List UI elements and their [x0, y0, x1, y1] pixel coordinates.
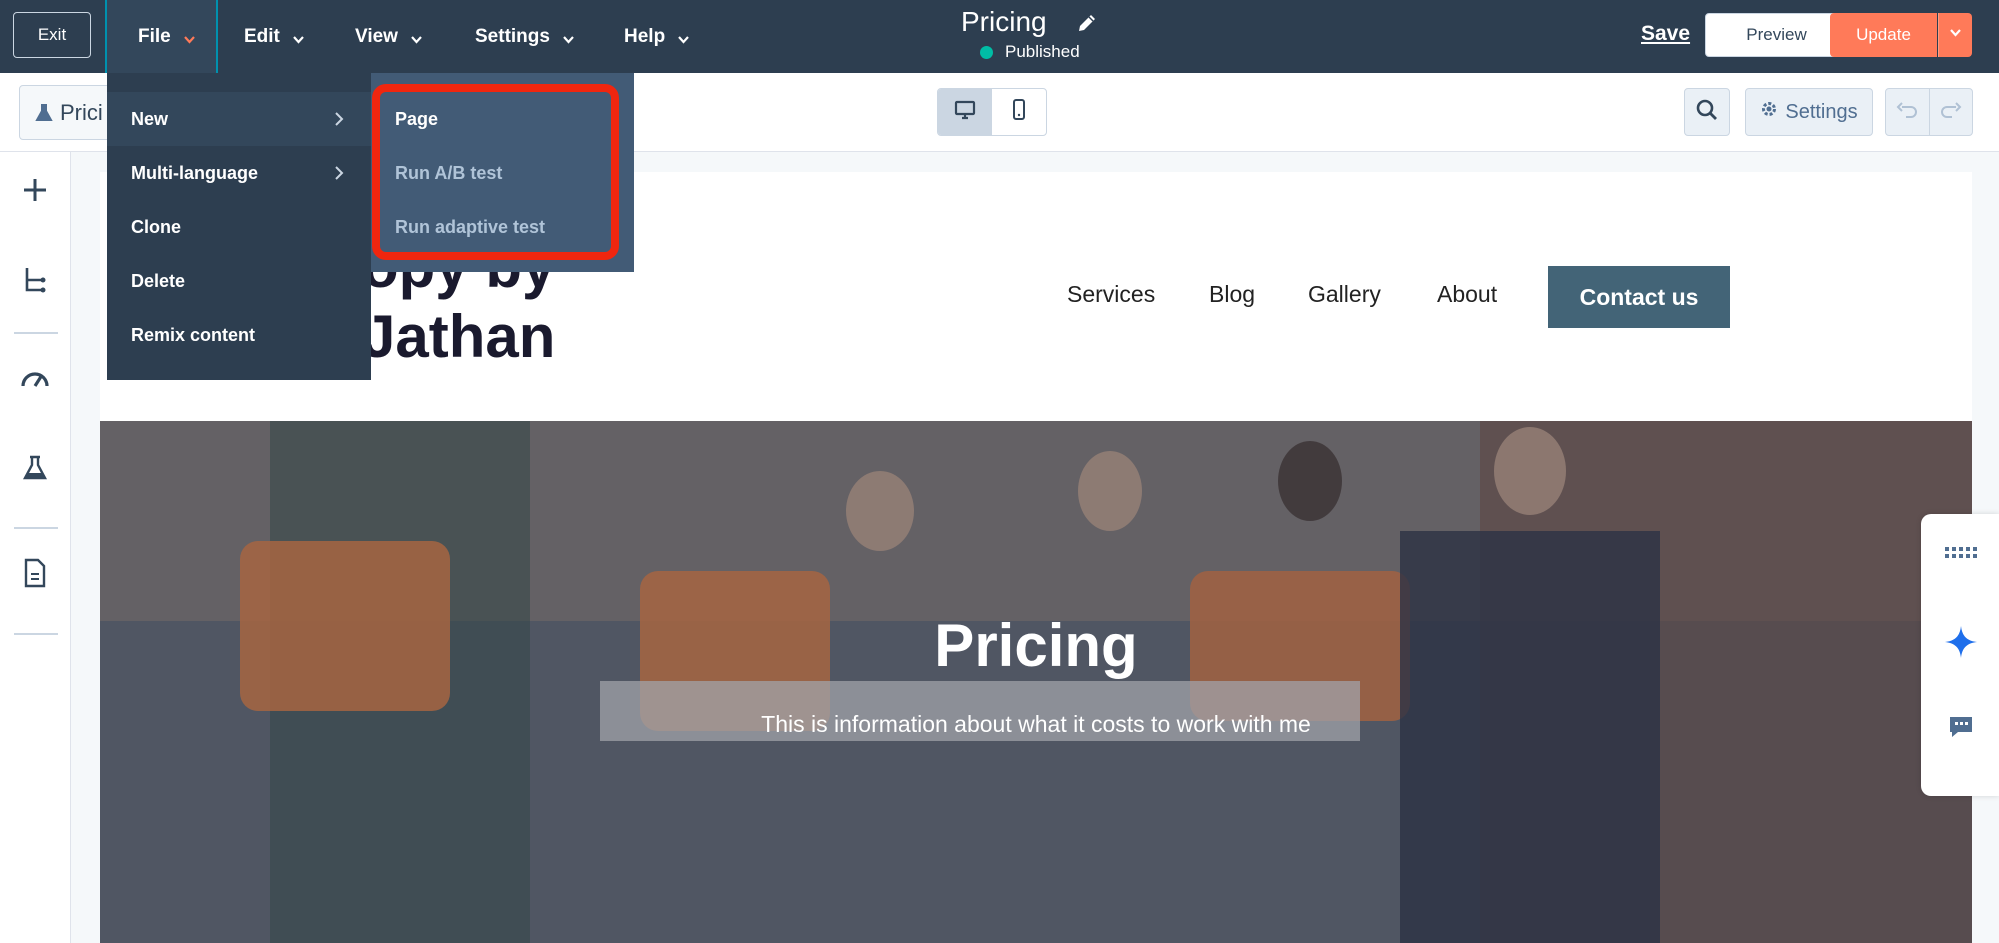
chevron-down-icon	[410, 30, 423, 44]
hero-banner[interactable]: Pricing This is information about what i…	[100, 421, 1972, 943]
menu-view[interactable]: View	[355, 0, 423, 73]
save-button[interactable]: Save	[1641, 22, 1690, 46]
file-menu-delete-label: Delete	[131, 270, 186, 291]
status-dot	[980, 45, 993, 59]
hero-subtitle: This is information about what it costs …	[761, 711, 1311, 737]
device-toggle	[937, 88, 1047, 136]
site-logo-line: Jathan	[362, 303, 556, 370]
undo-redo-group	[1885, 88, 1973, 136]
menu-edit[interactable]: Edit	[244, 0, 305, 73]
undo-icon	[1896, 101, 1918, 124]
file-menu-clone[interactable]: Clone	[107, 200, 371, 254]
file-dropdown-menu: New Multi-language Clone Delete Remix co…	[107, 73, 371, 380]
search-icon	[1695, 98, 1719, 127]
menu-settings-label: Settings	[475, 25, 550, 47]
undo-button[interactable]	[1886, 89, 1930, 135]
file-menu-remix-content[interactable]: Remix content	[107, 308, 371, 362]
publish-status: Published	[980, 42, 1080, 62]
mobile-view-button[interactable]	[992, 89, 1046, 135]
exit-button[interactable]: Exit	[13, 12, 91, 58]
editor-topbar: Exit File Edit View Settings Help Pricin…	[0, 0, 1999, 73]
nav-gallery[interactable]: Gallery	[1308, 281, 1381, 308]
search-button[interactable]	[1684, 88, 1730, 136]
page-canvas: opy by Jathan Services Blog Gallery Abou…	[100, 172, 1972, 943]
sidebar-divider	[14, 332, 58, 334]
menu-help-label: Help	[624, 25, 666, 47]
settings-button[interactable]: Settings	[1745, 88, 1873, 136]
test-chip-label: Prici	[60, 99, 103, 125]
floating-tools-panel	[1921, 514, 1999, 796]
file-menu-clone-label: Clone	[131, 216, 182, 237]
file-menu-multi-language-label: Multi-language	[131, 162, 258, 183]
nav-about[interactable]: About	[1437, 281, 1497, 308]
mobile-icon	[1012, 98, 1026, 126]
test-flask-icon[interactable]	[19, 452, 51, 484]
menu-edit-label: Edit	[244, 25, 280, 47]
hero-background-image	[100, 421, 1972, 943]
chevron-down-icon	[183, 30, 196, 44]
chevron-right-icon	[333, 110, 345, 128]
grid-dots-icon[interactable]	[1944, 536, 1978, 570]
left-sidebar	[0, 152, 71, 943]
redo-icon	[1940, 101, 1962, 124]
hero-title: Pricing	[934, 612, 1138, 679]
desktop-icon	[954, 100, 976, 125]
chevron-down-icon	[562, 30, 575, 44]
sidebar-divider	[14, 527, 58, 529]
file-menu-new[interactable]: New	[107, 92, 371, 146]
contact-button[interactable]: Contact us	[1548, 266, 1730, 328]
desktop-view-button[interactable]	[938, 89, 992, 135]
document-icon[interactable]	[19, 557, 51, 589]
file-menu-new-label: New	[131, 108, 169, 129]
gear-icon	[1760, 100, 1785, 124]
pencil-icon[interactable]	[1076, 12, 1098, 34]
ai-sparkle-icon[interactable]	[1944, 625, 1978, 659]
page-title: Pricing	[961, 6, 1047, 37]
add-icon[interactable]	[19, 174, 51, 206]
sidebar-divider	[14, 633, 58, 635]
nav-services[interactable]: Services	[1067, 281, 1155, 308]
menu-file[interactable]: File	[105, 0, 218, 73]
chevron-down-icon	[1949, 26, 1962, 44]
update-button[interactable]: Update	[1830, 13, 1937, 57]
menu-file-label: File	[138, 25, 171, 47]
file-menu-multi-language[interactable]: Multi-language	[107, 146, 371, 200]
chevron-right-icon	[333, 164, 345, 182]
preview-button[interactable]: Preview	[1705, 13, 1848, 57]
chevron-down-icon	[292, 30, 305, 44]
optimize-gauge-icon[interactable]	[19, 362, 51, 394]
status-label: Published	[1005, 42, 1080, 61]
menu-view-label: View	[355, 25, 398, 47]
chevron-down-icon	[677, 30, 690, 44]
update-options-button[interactable]	[1938, 13, 1972, 57]
layers-tree-icon[interactable]	[19, 264, 51, 296]
file-menu-remix-label: Remix content	[131, 324, 256, 345]
highlight-annotation	[372, 84, 619, 260]
redo-button[interactable]	[1930, 89, 1973, 135]
file-menu-delete[interactable]: Delete	[107, 254, 371, 308]
settings-label: Settings	[1785, 100, 1858, 123]
menu-help[interactable]: Help	[624, 0, 690, 73]
nav-blog[interactable]: Blog	[1209, 281, 1255, 308]
chat-comment-icon[interactable]	[1944, 710, 1978, 744]
menu-settings[interactable]: Settings	[475, 0, 575, 73]
flask-icon	[34, 103, 54, 123]
